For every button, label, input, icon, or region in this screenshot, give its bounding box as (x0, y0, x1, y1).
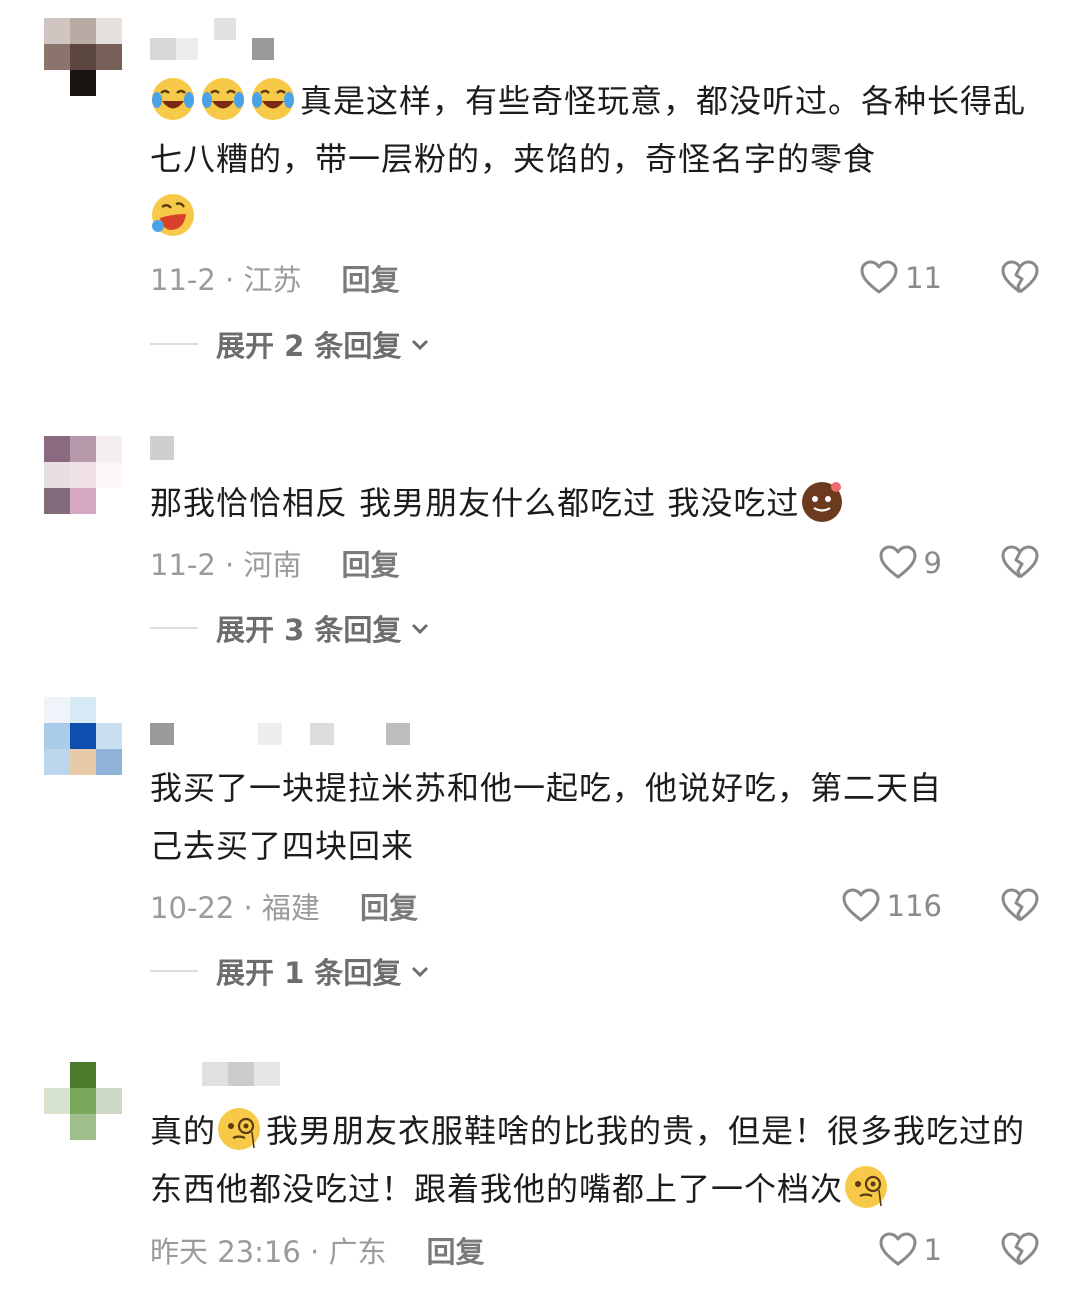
expand-label: 展开 1 条回复 (216, 956, 402, 990)
dislike-button[interactable] (1000, 543, 1040, 583)
rolling-laughing-emoji-icon (150, 192, 196, 238)
broken-heart-icon (1000, 886, 1040, 926)
comment-text: 我买了一块提拉米苏和他一起吃，他说好吃，第二天自 己去买了四块回来 (150, 759, 1040, 875)
dislike-button[interactable] (1000, 886, 1040, 926)
avatar[interactable] (44, 1062, 122, 1140)
like-button[interactable]: 11 (859, 258, 942, 298)
brown-face-emoji-icon (799, 478, 845, 524)
monocle-face-emoji-icon (216, 1106, 262, 1152)
expand-replies-button[interactable]: 展开 1 条回复 (150, 951, 431, 991)
like-count: 11 (905, 261, 942, 295)
comment-meta: 10-22 · 福建 回复 (150, 886, 418, 926)
date-location: 11-2 · 河南 (150, 548, 302, 582)
comment-meta: 11-2 · 江苏 回复 (150, 258, 400, 298)
reply-button[interactable]: 回复 (341, 257, 399, 299)
username[interactable] (150, 697, 410, 745)
comment-meta: 11-2 · 河南 回复 (150, 543, 400, 583)
broken-heart-icon (1000, 258, 1040, 298)
reply-button[interactable]: 回复 (360, 885, 418, 927)
monocle-face-emoji-icon (843, 1164, 889, 1210)
date-location: 昨天 23:16 · 广东 (150, 1235, 387, 1269)
avatar[interactable] (44, 697, 122, 775)
expand-replies-button[interactable]: 展开 3 条回复 (150, 608, 431, 648)
comment-text-content: 真的 (150, 1112, 217, 1150)
heart-outline-icon (878, 1230, 918, 1270)
like-button[interactable]: 9 (878, 543, 942, 583)
divider (150, 627, 198, 629)
date-location: 10-22 · 福建 (150, 891, 320, 925)
like-count: 9 (923, 546, 942, 580)
comment-text: 真是这样，有些奇怪玩意，都没听过。各种长得乱七八糟的，带一层粉的，夹馅的，奇怪名… (150, 72, 1040, 246)
dislike-button[interactable] (1000, 258, 1040, 298)
comment-text-content: 那我恰恰相反 我男朋友什么都吃过 我没吃过 (150, 484, 800, 522)
like-button[interactable]: 116 (841, 886, 942, 926)
tears-of-joy-emoji-icon (150, 76, 196, 122)
broken-heart-icon (1000, 543, 1040, 583)
comment-text-line: 己去买了四块回来 (150, 827, 415, 865)
reply-button[interactable]: 回复 (341, 542, 399, 584)
chevron-down-icon (412, 623, 429, 635)
heart-outline-icon (878, 543, 918, 583)
comment-text-line: 我买了一块提拉米苏和他一起吃，他说好吃，第二天自 (150, 769, 943, 807)
expand-replies-button[interactable]: 展开 2 条回复 (150, 324, 431, 364)
tears-of-joy-emoji-icon (250, 76, 296, 122)
expand-label: 展开 2 条回复 (216, 329, 402, 363)
comment-meta: 昨天 23:16 · 广东 回复 (150, 1230, 484, 1270)
like-count: 116 (886, 889, 942, 923)
divider (150, 970, 198, 972)
tears-of-joy-emoji-icon (200, 76, 246, 122)
heart-outline-icon (859, 258, 899, 298)
reply-button[interactable]: 回复 (426, 1229, 484, 1271)
avatar[interactable] (44, 18, 122, 96)
dislike-button[interactable] (1000, 1230, 1040, 1270)
username[interactable] (150, 18, 274, 66)
comment-text: 那我恰恰相反 我男朋友什么都吃过 我没吃过 (150, 474, 1040, 532)
divider (150, 343, 198, 345)
like-button[interactable]: 1 (878, 1230, 942, 1270)
like-count: 1 (923, 1233, 942, 1267)
broken-heart-icon (1000, 1230, 1040, 1270)
expand-label: 展开 3 条回复 (216, 613, 402, 647)
comment-text-content: 我男朋友衣服鞋啥的比我的贵，但是！很多我吃过的东西他都没吃过！跟着我他的嘴都上了… (150, 1112, 1026, 1208)
chevron-down-icon (412, 339, 429, 351)
chevron-down-icon (412, 966, 429, 978)
avatar[interactable] (44, 436, 122, 514)
date-location: 11-2 · 江苏 (150, 263, 302, 297)
comment-text: 真的 我男朋友衣服鞋啥的比我的贵，但是！很多我吃过的东西他都没吃过！跟着我他的嘴都… (150, 1102, 1040, 1218)
heart-outline-icon (841, 886, 881, 926)
